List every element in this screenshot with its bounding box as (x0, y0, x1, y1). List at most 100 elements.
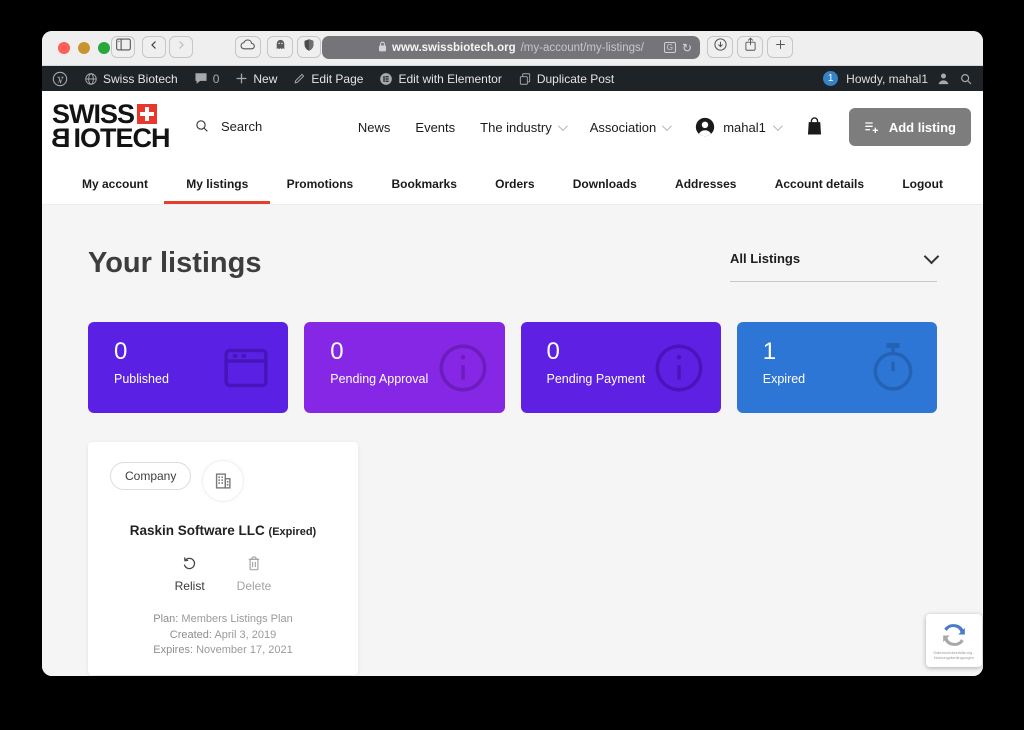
comment-icon (194, 72, 208, 85)
sidebar-toggle-button[interactable] (111, 36, 135, 58)
header-nav: News Events The industry Association mah… (358, 91, 971, 163)
user-menu[interactable]: mahal1 (694, 116, 780, 138)
tab-label: My account (82, 177, 148, 191)
translate-icon[interactable]: G (664, 42, 676, 53)
meta-label: Plan: (153, 613, 178, 625)
recaptcha-badge[interactable]: Datenschutzerklärung - Nutzungsbedingung… (926, 614, 982, 667)
tab-my-listings[interactable]: My listings (180, 163, 254, 204)
share-button[interactable] (737, 36, 763, 58)
trash-icon (246, 555, 262, 572)
listing-status: (Expired) (269, 526, 317, 538)
listing-name[interactable]: Raskin Software LLC (130, 523, 265, 538)
tab-account-details[interactable]: Account details (769, 163, 870, 204)
comments-count: 0 (213, 72, 220, 86)
listing-stats-row: 0 Published 0 Pending Approval (88, 322, 937, 413)
stat-card-expired: 1 Expired (737, 322, 937, 413)
admin-bar-right: 1 Howdy, mahal1 (823, 71, 973, 86)
elementor-menu[interactable]: Edit with Elementor (379, 72, 501, 86)
edit-page-menu[interactable]: Edit Page (293, 72, 363, 86)
tab-addresses[interactable]: Addresses (669, 163, 742, 204)
swiss-biotech-logo[interactable]: SWISS BIOTECH (52, 102, 170, 150)
search-icon[interactable] (959, 72, 973, 86)
meta-label: Created: (170, 629, 212, 641)
close-window-button[interactable] (58, 42, 70, 54)
ghost-icon (274, 38, 287, 56)
edit-page-label: Edit Page (311, 72, 363, 86)
logo-b: B (52, 126, 71, 150)
relist-button[interactable]: Relist (175, 555, 205, 593)
calendar-window-icon (218, 340, 274, 396)
add-listing-button[interactable]: Add listing (849, 108, 971, 146)
stat-card-published: 0 Published (88, 322, 288, 413)
nav-news[interactable]: News (358, 120, 391, 135)
elementor-icon (379, 72, 393, 86)
nav-events[interactable]: Events (415, 120, 455, 135)
site-header: SWISS BIOTECH Search News Events The ind… (42, 91, 983, 163)
zoom-window-button[interactable] (98, 42, 110, 54)
minimize-window-button[interactable] (78, 42, 90, 54)
tab-promotions[interactable]: Promotions (281, 163, 360, 204)
new-content-menu[interactable]: New (235, 72, 277, 86)
tab-label: Promotions (287, 177, 354, 191)
tab-label: Account details (775, 177, 864, 191)
url-host: www.swissbiotech.org (392, 42, 516, 54)
forward-icon (175, 38, 187, 56)
plus-icon (235, 72, 248, 85)
my-listings-page: Your listings All Listings 0 Published (42, 205, 983, 676)
address-bar[interactable]: www.swissbiotech.org/my-account/my-listi… (322, 36, 700, 59)
cloud-icon (240, 38, 256, 56)
chevron-down-icon (558, 121, 568, 131)
url-path: /my-account/my-listings/ (521, 42, 644, 54)
howdy-menu[interactable]: Howdy, mahal1 (846, 72, 928, 86)
listing-actions: Relist Delete (104, 555, 342, 593)
nav-the-industry[interactable]: The industry (480, 120, 565, 135)
chevron-down-icon (773, 121, 783, 131)
tab-my-account[interactable]: My account (76, 163, 154, 204)
meta-value: April 3, 2019 (214, 629, 276, 641)
icloud-tab-button[interactable] (235, 36, 261, 58)
new-label: New (253, 72, 277, 86)
lock-icon (378, 41, 387, 55)
active-tab-underline (164, 201, 270, 204)
chevron-down-icon (924, 249, 940, 265)
privacy-extension-button[interactable] (267, 36, 293, 58)
search-label: Search (221, 119, 262, 134)
nav-association[interactable]: Association (590, 120, 669, 135)
download-icon (713, 37, 728, 57)
comments-menu[interactable]: 0 (194, 72, 220, 86)
tab-label: Downloads (573, 177, 637, 191)
site-name: Swiss Biotech (103, 72, 178, 86)
tab-bookmarks[interactable]: Bookmarks (386, 163, 463, 204)
browser-toolbar: www.swissbiotech.org/my-account/my-listi… (42, 31, 983, 66)
cart-button[interactable] (805, 116, 824, 139)
site-menu[interactable]: Swiss Biotech (84, 72, 178, 86)
wp-admin-bar: Swiss Biotech 0 New Edit Page (42, 66, 983, 91)
forward-button[interactable] (169, 36, 193, 58)
nav-label: Events (415, 120, 455, 135)
listings-filter-select[interactable]: All Listings (730, 251, 937, 282)
reload-icon[interactable]: ↻ (682, 41, 692, 55)
pencil-icon (293, 72, 306, 85)
shield-extension-button[interactable] (297, 36, 321, 58)
wordpress-icon (52, 71, 68, 87)
recaptcha-terms: Datenschutzerklärung - Nutzungsbedingung… (933, 650, 974, 660)
delete-button[interactable]: Delete (237, 555, 272, 593)
downloads-button[interactable] (707, 36, 733, 58)
playlist-add-icon (864, 120, 880, 134)
duplicate-post-menu[interactable]: Duplicate Post (518, 72, 614, 86)
new-tab-button[interactable] (767, 36, 793, 58)
address-bar-actions: G ↻ (664, 41, 692, 55)
page-title: Your listings (88, 247, 261, 280)
tab-logout[interactable]: Logout (896, 163, 949, 204)
wp-logo-menu[interactable] (52, 71, 68, 87)
shopping-bag-icon (805, 116, 824, 136)
site-search[interactable]: Search (194, 118, 262, 134)
user-icon (936, 71, 951, 86)
relist-label: Relist (175, 579, 205, 593)
back-button[interactable] (142, 36, 166, 58)
nav-label: News (358, 120, 391, 135)
window-controls (58, 42, 110, 54)
account-avatar-icon (694, 116, 716, 138)
tab-downloads[interactable]: Downloads (567, 163, 643, 204)
tab-orders[interactable]: Orders (489, 163, 540, 204)
